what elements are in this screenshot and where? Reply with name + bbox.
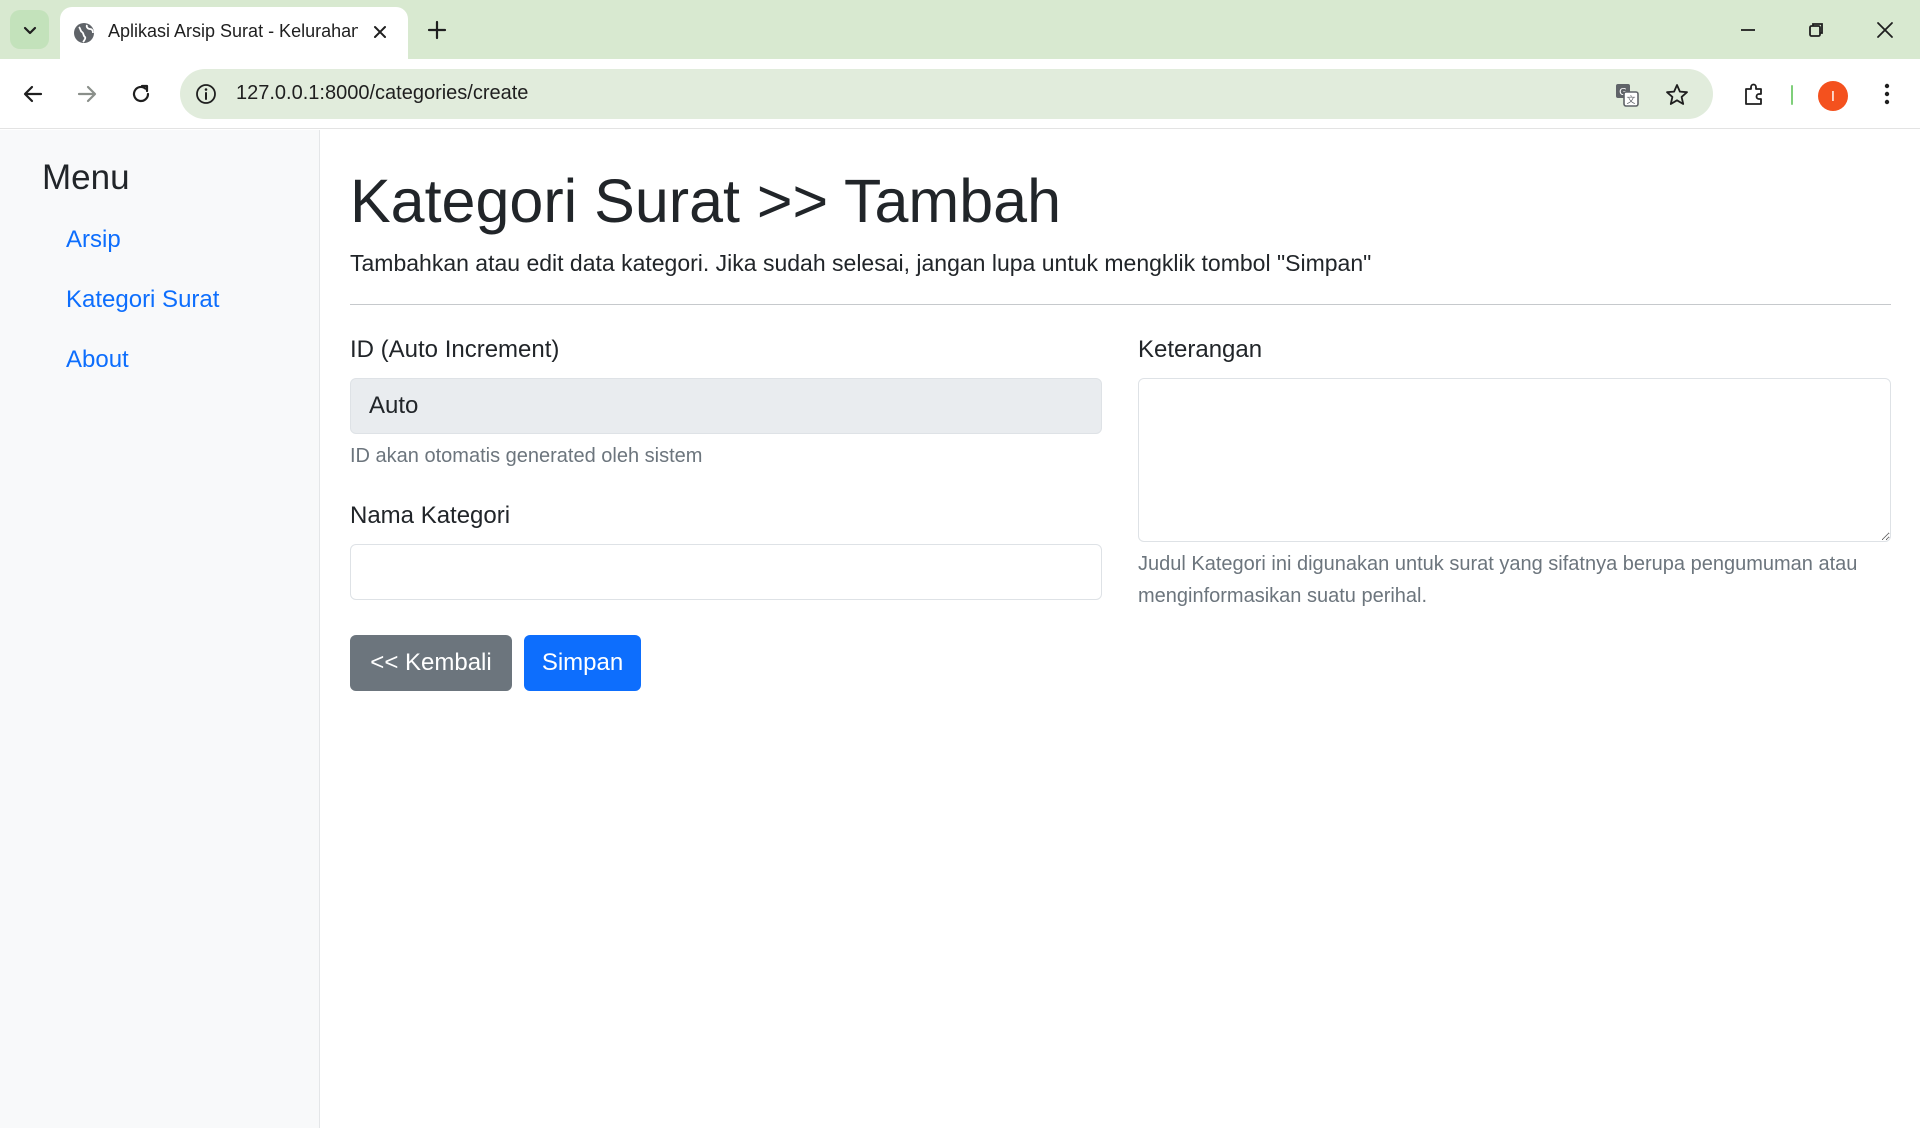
close-window-icon[interactable] xyxy=(1872,17,1898,43)
keterangan-label: Keterangan xyxy=(1138,336,1263,363)
reload-icon[interactable] xyxy=(128,81,154,107)
close-icon[interactable] xyxy=(369,21,391,43)
plus-icon[interactable] xyxy=(424,17,450,43)
nama-kategori-input[interactable] xyxy=(350,544,1102,600)
sidebar-item-about[interactable]: About xyxy=(66,346,129,374)
save-button[interactable]: Simpan xyxy=(524,635,641,691)
id-label: ID (Auto Increment) xyxy=(350,336,560,363)
globe-icon xyxy=(74,23,94,43)
chevron-down-icon xyxy=(23,26,36,34)
keterangan-textarea[interactable] xyxy=(1138,378,1891,542)
back-button[interactable]: << Kembali xyxy=(350,635,512,691)
sidebar-title: Menu xyxy=(42,158,130,197)
toolbar-separator xyxy=(1791,85,1793,105)
page-title: Kategori Surat >> Tambah xyxy=(350,167,1062,235)
keterangan-help-text: Judul Kategori ini digunakan untuk surat… xyxy=(1138,553,1858,607)
address-bar[interactable]: 127.0.0.1:8000/categories/create G 文 xyxy=(180,69,1713,119)
back-arrow-icon[interactable] xyxy=(20,81,46,107)
divider xyxy=(350,304,1891,305)
sidebar-item-kategori-surat[interactable]: Kategori Surat xyxy=(66,286,219,314)
tab-search-button[interactable] xyxy=(10,10,49,49)
translate-icon[interactable]: G 文 xyxy=(1614,82,1640,108)
svg-text:文: 文 xyxy=(1626,94,1635,106)
browser-tab-strip: Aplikasi Arsip Surat - Kelurahan xyxy=(0,0,1920,59)
extensions-icon[interactable] xyxy=(1741,81,1767,107)
browser-toolbar: 127.0.0.1:8000/categories/create G 文 I xyxy=(0,59,1920,129)
star-icon[interactable] xyxy=(1664,82,1690,108)
sidebar: Menu Arsip Kategori Surat About xyxy=(0,130,320,1128)
page-subtitle: Tambahkan atau edit data kategori. Jika … xyxy=(350,250,1372,276)
sidebar-item-arsip[interactable]: Arsip xyxy=(66,226,121,254)
info-icon[interactable] xyxy=(194,82,218,106)
tab-title: Aplikasi Arsip Surat - Kelurahan xyxy=(108,21,358,41)
main-content: Kategori Surat >> Tambah Tambahkan atau … xyxy=(350,130,1891,1128)
forward-arrow-icon[interactable] xyxy=(74,81,100,107)
id-field xyxy=(350,378,1102,434)
restore-icon[interactable] xyxy=(1803,17,1829,43)
nama-kategori-label: Nama Kategori xyxy=(350,502,511,529)
profile-avatar[interactable]: I xyxy=(1818,81,1848,111)
id-help-text: ID akan otomatis generated oleh sistem xyxy=(350,445,703,467)
browser-tab-active[interactable]: Aplikasi Arsip Surat - Kelurahan xyxy=(60,7,408,59)
url-text: 127.0.0.1:8000/categories/create xyxy=(236,82,529,104)
minimize-icon[interactable] xyxy=(1735,17,1761,43)
kebab-menu-icon[interactable] xyxy=(1874,81,1900,107)
